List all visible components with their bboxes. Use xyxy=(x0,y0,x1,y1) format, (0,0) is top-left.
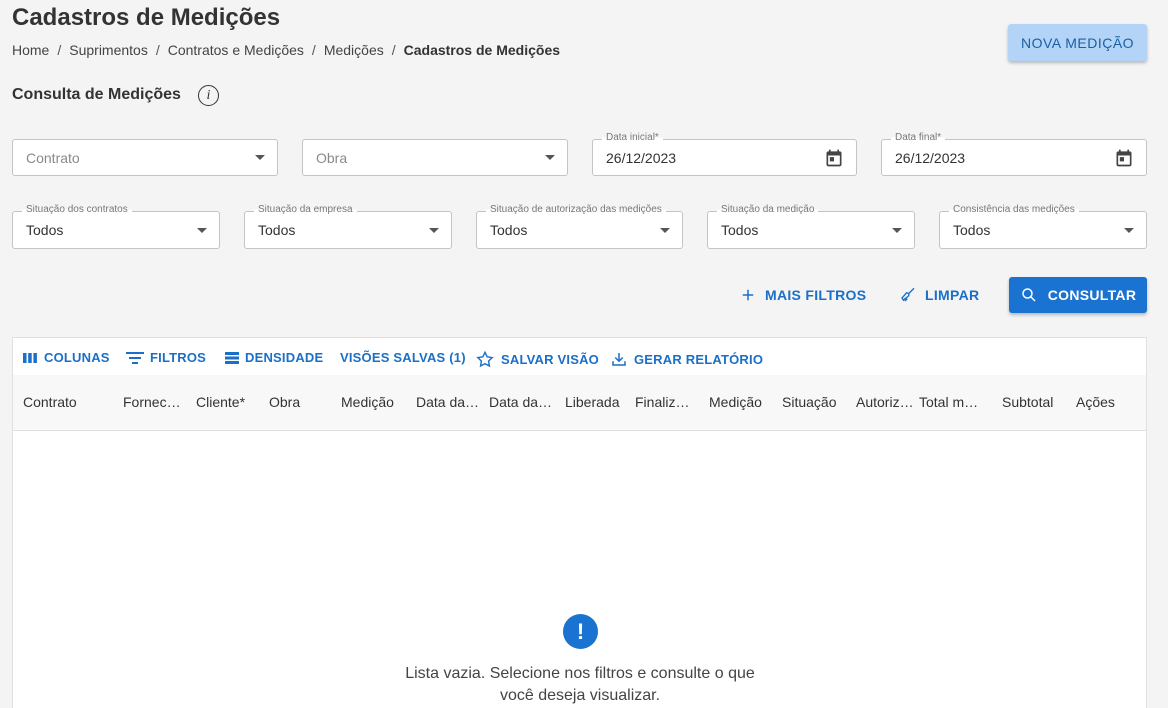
breadcrumb-separator: / xyxy=(57,42,62,58)
obra-select[interactable]: Obra xyxy=(302,139,568,176)
data-inicial-value: 26/12/2023 xyxy=(606,149,677,166)
breadcrumb-medicoes[interactable]: Medições xyxy=(324,42,384,58)
chevron-down-icon xyxy=(255,155,265,160)
data-final-value: 26/12/2023 xyxy=(895,149,966,166)
salvar-visao-label: SALVAR VISÃO xyxy=(501,352,599,367)
visoes-salvas-button[interactable]: VISÕES SALVAS (1) xyxy=(340,350,466,365)
breadcrumb: Home / Suprimentos / Contratos e Mediçõe… xyxy=(12,42,560,58)
situacao-contratos-select[interactable]: Situação dos contratos Todos xyxy=(12,204,220,249)
breadcrumb-current: Cadastros de Medições xyxy=(403,42,561,58)
data-grid: COLUNAS FILTROS DENSIDADE VISÕES SALVAS … xyxy=(12,337,1147,708)
contrato-placeholder: Contrato xyxy=(26,149,80,166)
select-label: Consistência das medições xyxy=(949,204,1079,215)
chevron-down-icon xyxy=(429,227,439,233)
select-label: Situação da medição xyxy=(717,204,819,215)
visoes-salvas-label: VISÕES SALVAS (1) xyxy=(340,350,466,365)
column-header-acoes: Ações xyxy=(1076,394,1115,410)
select-label: Situação de autorização das medições xyxy=(486,204,666,215)
column-header-cliente[interactable]: Cliente* xyxy=(196,394,252,410)
info-icon[interactable]: i xyxy=(198,85,219,106)
column-header-autorizacao[interactable]: Autorização xyxy=(856,394,914,410)
gerar-relatorio-button[interactable]: GERAR RELATÓRIO xyxy=(610,350,763,368)
colunas-label: COLUNAS xyxy=(44,350,110,365)
filter-lines-icon xyxy=(126,351,144,364)
consistencia-medicoes-select[interactable]: Consistência das medições Todos xyxy=(939,204,1147,249)
breadcrumb-separator: / xyxy=(391,42,396,58)
chevron-down-icon xyxy=(545,155,555,160)
situacao-autorizacao-select[interactable]: Situação de autorização das medições Tod… xyxy=(476,204,683,249)
star-icon xyxy=(476,350,494,368)
column-header-finalizada[interactable]: Finalizada xyxy=(635,394,691,410)
mais-filtros-label: MAIS FILTROS xyxy=(765,287,867,303)
calendar-icon[interactable] xyxy=(1114,148,1134,168)
salvar-visao-button[interactable]: SALVAR VISÃO xyxy=(475,350,599,369)
breadcrumb-separator: / xyxy=(155,42,160,58)
column-header-total-medido[interactable]: Total medido xyxy=(919,394,981,410)
breadcrumb-contratos[interactable]: Contratos e Medições xyxy=(168,42,304,58)
limpar-button[interactable]: LIMPAR xyxy=(899,286,979,304)
density-icon xyxy=(225,351,239,364)
contrato-select[interactable]: Contrato xyxy=(12,139,278,176)
column-header-situacao[interactable]: Situação xyxy=(782,394,844,410)
consultar-label: CONSULTAR xyxy=(1047,287,1137,303)
grid-header-row: Contrato Fornecedor Cliente* Obra Mediçã… xyxy=(13,375,1146,431)
chevron-down-icon xyxy=(197,227,207,233)
broom-icon xyxy=(901,287,915,302)
column-header-liberada[interactable]: Liberada xyxy=(565,394,625,410)
breadcrumb-home[interactable]: Home xyxy=(12,42,49,58)
column-header-fornecedor[interactable]: Fornecedor xyxy=(123,394,187,410)
search-icon xyxy=(1021,288,1036,302)
calendar-icon[interactable] xyxy=(824,148,844,168)
column-header-medicao[interactable]: Medição xyxy=(341,394,401,410)
column-header-obra[interactable]: Obra xyxy=(269,394,329,410)
exclamation-icon: ! xyxy=(563,614,598,649)
data-final-field[interactable]: Data final* 26/12/2023 xyxy=(881,132,1147,176)
densidade-button[interactable]: DENSIDADE xyxy=(225,350,323,365)
select-value: Todos xyxy=(26,222,64,238)
column-header-contrato[interactable]: Contrato xyxy=(23,394,107,410)
page-title: Cadastros de Medições xyxy=(12,4,281,31)
column-header-data-liberacao[interactable]: Data da liberação xyxy=(489,394,553,410)
select-label: Situação dos contratos xyxy=(22,204,132,215)
data-inicial-field[interactable]: Data inicial* 26/12/2023 xyxy=(592,132,857,176)
obra-placeholder: Obra xyxy=(316,149,348,166)
plus-icon xyxy=(742,289,754,301)
columns-icon xyxy=(23,352,37,363)
column-header-data-medicao[interactable]: Data da medição xyxy=(416,394,480,410)
download-icon xyxy=(612,353,626,366)
limpar-label: LIMPAR xyxy=(925,287,980,303)
colunas-button[interactable]: COLUNAS xyxy=(22,350,110,365)
select-value: Todos xyxy=(953,222,991,238)
mais-filtros-button[interactable]: MAIS FILTROS xyxy=(739,286,866,304)
section-title: Consulta de Medições xyxy=(12,86,181,103)
chevron-down-icon xyxy=(1124,227,1134,233)
select-label: Situação da empresa xyxy=(254,204,357,215)
select-value: Todos xyxy=(721,222,759,238)
filtros-label: FILTROS xyxy=(150,350,207,365)
data-inicial-label: Data inicial* xyxy=(602,132,663,143)
breadcrumb-suprimentos[interactable]: Suprimentos xyxy=(69,42,148,58)
column-header-subtotal[interactable]: Subtotal xyxy=(1002,394,1062,410)
densidade-label: DENSIDADE xyxy=(245,350,324,365)
consultar-button[interactable]: CONSULTAR xyxy=(1009,277,1147,313)
filtros-button[interactable]: FILTROS xyxy=(126,350,206,365)
empty-message-line1: Lista vazia. Selecione nos filtros e con… xyxy=(405,665,755,682)
gerar-relatorio-label: GERAR RELATÓRIO xyxy=(634,351,764,367)
nova-medicao-button[interactable]: NOVA MEDIÇÃO xyxy=(1008,24,1147,61)
situacao-medicao-select[interactable]: Situação da medição Todos xyxy=(707,204,915,249)
select-value: Todos xyxy=(258,222,296,238)
breadcrumb-separator: / xyxy=(311,42,316,58)
column-header-medicao-2[interactable]: Medição xyxy=(709,394,769,410)
empty-message: Lista vazia. Selecione nos filtros e con… xyxy=(380,663,780,707)
chevron-down-icon xyxy=(660,227,670,233)
situacao-empresa-select[interactable]: Situação da empresa Todos xyxy=(244,204,452,249)
empty-message-line2: você deseja visualizar. xyxy=(499,687,661,704)
select-value: Todos xyxy=(490,222,528,238)
grid-toolbar: COLUNAS FILTROS DENSIDADE VISÕES SALVAS … xyxy=(13,338,1146,376)
chevron-down-icon xyxy=(892,227,902,233)
data-final-label: Data final* xyxy=(891,132,946,143)
